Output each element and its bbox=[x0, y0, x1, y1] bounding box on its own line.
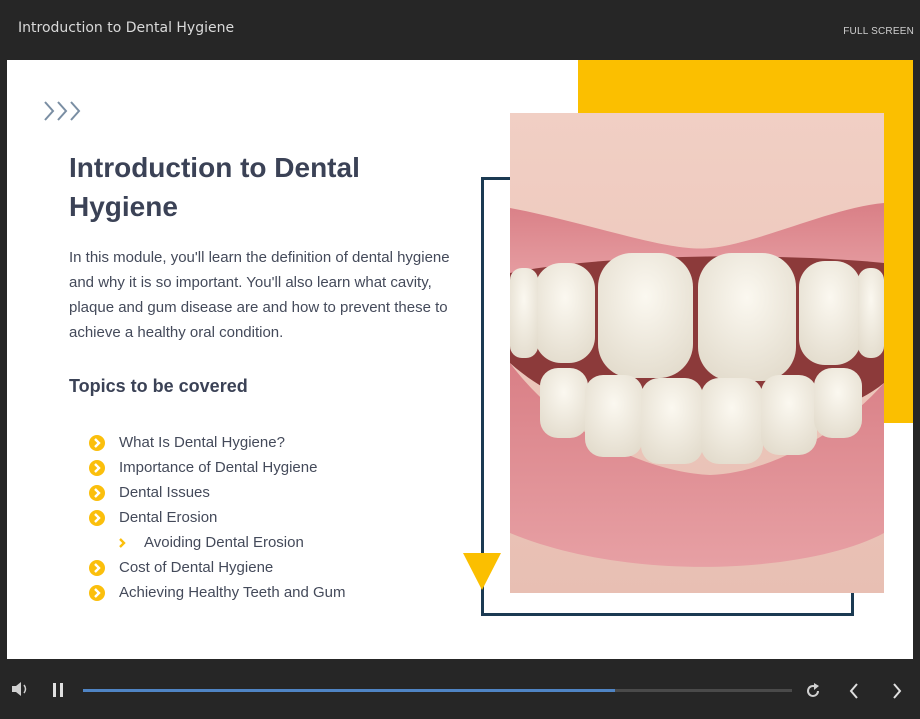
progress-fill bbox=[83, 689, 615, 692]
heading-line-2: Hygiene bbox=[69, 191, 178, 222]
smiling-teeth-icon bbox=[510, 113, 884, 593]
heading-line-1: Introduction to Dental bbox=[69, 152, 360, 183]
topic-item[interactable]: Dental Issues bbox=[89, 480, 346, 505]
topics-heading: Topics to be covered bbox=[69, 376, 248, 396]
player-controls bbox=[0, 659, 920, 719]
chevron-circle-icon bbox=[89, 484, 105, 501]
fullscreen-button[interactable]: FULL SCREEN bbox=[843, 26, 914, 37]
topic-label: Dental Issues bbox=[119, 484, 210, 501]
topic-item[interactable]: What Is Dental Hygiene? bbox=[89, 430, 346, 455]
title-bar: Introduction to Dental Hygiene FULL SCRE… bbox=[0, 0, 920, 60]
topic-label: Dental Erosion bbox=[119, 509, 218, 526]
chevron-circle-icon bbox=[89, 559, 105, 576]
topic-item[interactable]: Achieving Healthy Teeth and Gum bbox=[89, 580, 346, 605]
chevron-circle-icon bbox=[89, 509, 105, 526]
course-title: Introduction to Dental Hygiene bbox=[18, 20, 235, 36]
chevron-circle-icon bbox=[89, 434, 105, 451]
previous-icon[interactable] bbox=[848, 683, 860, 699]
topic-label: Cost of Dental Hygiene bbox=[119, 559, 274, 576]
slide-canvas: Introduction to Dental Hygiene In this m… bbox=[7, 60, 913, 659]
topic-label: Achieving Healthy Teeth and Gum bbox=[119, 584, 346, 601]
chevron-circle-icon bbox=[89, 459, 105, 476]
topics-list: What Is Dental Hygiene? Importance of Den… bbox=[89, 430, 346, 605]
slide-heading: Introduction to Dental Hygiene bbox=[69, 148, 449, 226]
chevrons-decoration-icon bbox=[44, 101, 81, 121]
topic-label: Importance of Dental Hygiene bbox=[119, 459, 318, 476]
topic-item[interactable]: Cost of Dental Hygiene bbox=[89, 555, 346, 580]
topic-item[interactable]: Dental Erosion bbox=[89, 505, 346, 530]
topic-label: What Is Dental Hygiene? bbox=[119, 434, 285, 451]
pause-icon[interactable] bbox=[52, 683, 64, 697]
volume-icon[interactable] bbox=[12, 682, 30, 696]
intro-paragraph: In this module, you'll learn the definit… bbox=[69, 249, 450, 341]
teeth-photo bbox=[510, 113, 884, 593]
replay-icon[interactable] bbox=[805, 683, 821, 699]
arrow-down-icon bbox=[463, 553, 501, 590]
topic-item[interactable]: Importance of Dental Hygiene bbox=[89, 455, 346, 480]
next-icon[interactable] bbox=[891, 683, 903, 699]
chevron-right-icon bbox=[114, 535, 130, 551]
chevron-circle-icon bbox=[89, 584, 105, 601]
topic-label: Avoiding Dental Erosion bbox=[144, 534, 304, 551]
topic-item[interactable]: Avoiding Dental Erosion bbox=[89, 530, 346, 555]
progress-bar[interactable] bbox=[83, 689, 792, 692]
